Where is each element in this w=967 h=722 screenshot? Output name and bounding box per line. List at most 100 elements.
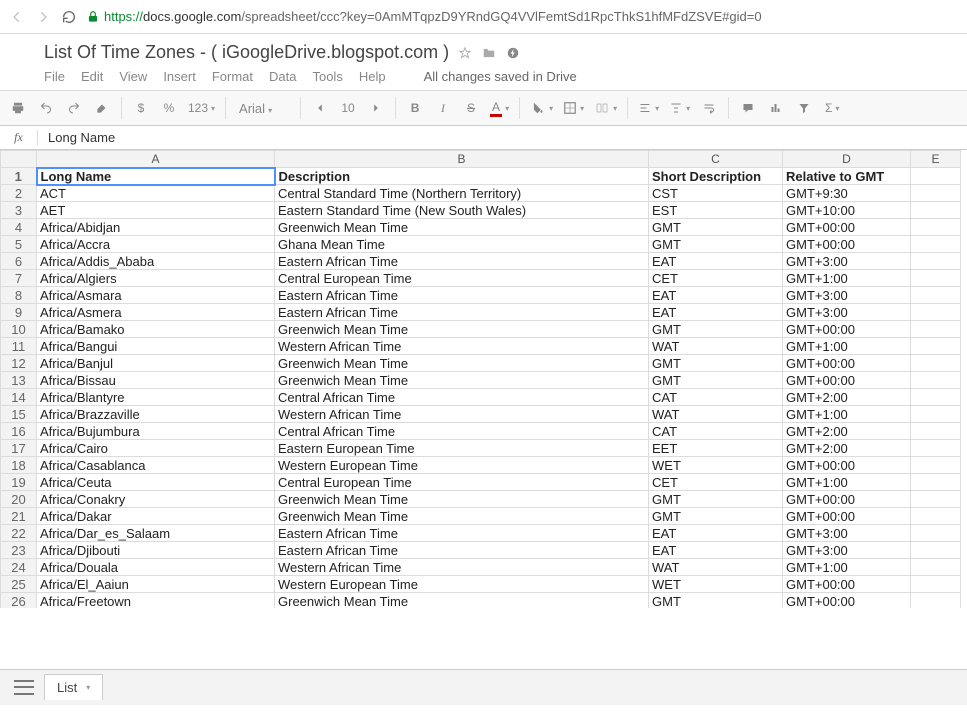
- row-header[interactable]: 10: [1, 321, 37, 338]
- merge-icon[interactable]: ▾: [591, 96, 620, 120]
- cell[interactable]: [911, 202, 961, 219]
- row-header[interactable]: 24: [1, 559, 37, 576]
- cell[interactable]: WAT: [649, 406, 783, 423]
- cell[interactable]: Western African Time: [275, 406, 649, 423]
- row-header[interactable]: 13: [1, 372, 37, 389]
- cell[interactable]: Ghana Mean Time: [275, 236, 649, 253]
- cell[interactable]: [911, 321, 961, 338]
- cell[interactable]: GMT+00:00: [783, 576, 911, 593]
- cell[interactable]: WAT: [649, 338, 783, 355]
- menu-edit[interactable]: Edit: [81, 69, 103, 84]
- cell[interactable]: Central European Time: [275, 270, 649, 287]
- cell[interactable]: GMT+9:30: [783, 185, 911, 202]
- cell[interactable]: Africa/Abidjan: [37, 219, 275, 236]
- cell[interactable]: Eastern European Time: [275, 440, 649, 457]
- borders-icon[interactable]: ▾: [560, 96, 587, 120]
- col-header-a[interactable]: A: [37, 151, 275, 168]
- row-header[interactable]: 7: [1, 270, 37, 287]
- cell[interactable]: Eastern Standard Time (New South Wales): [275, 202, 649, 219]
- cell[interactable]: Central African Time: [275, 423, 649, 440]
- cell[interactable]: Africa/Douala: [37, 559, 275, 576]
- cell[interactable]: EAT: [649, 304, 783, 321]
- cell[interactable]: [911, 236, 961, 253]
- cell[interactable]: GMT+3:00: [783, 525, 911, 542]
- cell[interactable]: [911, 423, 961, 440]
- row-header[interactable]: 8: [1, 287, 37, 304]
- cell[interactable]: EAT: [649, 287, 783, 304]
- cell[interactable]: [911, 576, 961, 593]
- cell[interactable]: EAT: [649, 525, 783, 542]
- cell[interactable]: EET: [649, 440, 783, 457]
- italic-button[interactable]: I: [431, 96, 455, 120]
- cell[interactable]: Greenwich Mean Time: [275, 219, 649, 236]
- cell[interactable]: GMT+00:00: [783, 593, 911, 609]
- menu-file[interactable]: File: [44, 69, 65, 84]
- star-icon[interactable]: [457, 45, 473, 61]
- cell[interactable]: EAT: [649, 542, 783, 559]
- font-size-select[interactable]: 10: [336, 101, 360, 115]
- col-header-b[interactable]: B: [275, 151, 649, 168]
- cell[interactable]: GMT: [649, 593, 783, 609]
- cell[interactable]: Africa/Algiers: [37, 270, 275, 287]
- cell[interactable]: GMT+00:00: [783, 355, 911, 372]
- cell[interactable]: GMT+2:00: [783, 423, 911, 440]
- row-header[interactable]: 20: [1, 491, 37, 508]
- wrap-icon[interactable]: [697, 96, 721, 120]
- cell[interactable]: GMT+00:00: [783, 372, 911, 389]
- cell[interactable]: [911, 389, 961, 406]
- cell[interactable]: Africa/Addis_Ababa: [37, 253, 275, 270]
- cell[interactable]: Africa/Ceuta: [37, 474, 275, 491]
- cell[interactable]: GMT: [649, 219, 783, 236]
- cell[interactable]: ACT: [37, 185, 275, 202]
- row-header[interactable]: 23: [1, 542, 37, 559]
- cell[interactable]: CET: [649, 270, 783, 287]
- sheet-tab-list[interactable]: List▾: [44, 674, 103, 700]
- cell[interactable]: GMT+2:00: [783, 440, 911, 457]
- row-header[interactable]: 5: [1, 236, 37, 253]
- cell[interactable]: [911, 542, 961, 559]
- redo-icon[interactable]: [62, 96, 86, 120]
- bold-button[interactable]: B: [403, 96, 427, 120]
- cell[interactable]: Africa/Freetown: [37, 593, 275, 609]
- cell[interactable]: GMT+00:00: [783, 321, 911, 338]
- cell[interactable]: Africa/Cairo: [37, 440, 275, 457]
- all-sheets-icon[interactable]: [14, 678, 34, 698]
- font-down-icon[interactable]: [308, 96, 332, 120]
- cell[interactable]: Africa/Dar_es_Salaam: [37, 525, 275, 542]
- font-up-icon[interactable]: [364, 96, 388, 120]
- cell[interactable]: GMT: [649, 372, 783, 389]
- row-header[interactable]: 4: [1, 219, 37, 236]
- functions-icon[interactable]: Σ▾: [820, 96, 844, 120]
- cell[interactable]: Africa/Asmara: [37, 287, 275, 304]
- cell[interactable]: GMT+2:00: [783, 389, 911, 406]
- row-header[interactable]: 11: [1, 338, 37, 355]
- row-header[interactable]: 2: [1, 185, 37, 202]
- cell[interactable]: GMT+1:00: [783, 338, 911, 355]
- cell[interactable]: WAT: [649, 559, 783, 576]
- cell[interactable]: [911, 474, 961, 491]
- paint-icon[interactable]: [90, 96, 114, 120]
- row-header[interactable]: 19: [1, 474, 37, 491]
- cell[interactable]: Greenwich Mean Time: [275, 372, 649, 389]
- cell[interactable]: Western European Time: [275, 576, 649, 593]
- cell[interactable]: CAT: [649, 423, 783, 440]
- cell[interactable]: WET: [649, 457, 783, 474]
- cell[interactable]: GMT+1:00: [783, 270, 911, 287]
- cell[interactable]: [911, 440, 961, 457]
- cell[interactable]: Africa/Conakry: [37, 491, 275, 508]
- cell[interactable]: GMT+1:00: [783, 559, 911, 576]
- cell[interactable]: Greenwich Mean Time: [275, 321, 649, 338]
- cell[interactable]: Africa/Bamako: [37, 321, 275, 338]
- cell[interactable]: Greenwich Mean Time: [275, 355, 649, 372]
- chart-icon[interactable]: [764, 96, 788, 120]
- cell[interactable]: [911, 219, 961, 236]
- cell[interactable]: [911, 287, 961, 304]
- cell[interactable]: Africa/Blantyre: [37, 389, 275, 406]
- row-header[interactable]: 22: [1, 525, 37, 542]
- cell[interactable]: Africa/Brazzaville: [37, 406, 275, 423]
- col-header-e[interactable]: E: [911, 151, 961, 168]
- menu-format[interactable]: Format: [212, 69, 253, 84]
- cell[interactable]: Eastern African Time: [275, 253, 649, 270]
- fill-color-icon[interactable]: ▾: [527, 96, 556, 120]
- cell[interactable]: GMT+3:00: [783, 287, 911, 304]
